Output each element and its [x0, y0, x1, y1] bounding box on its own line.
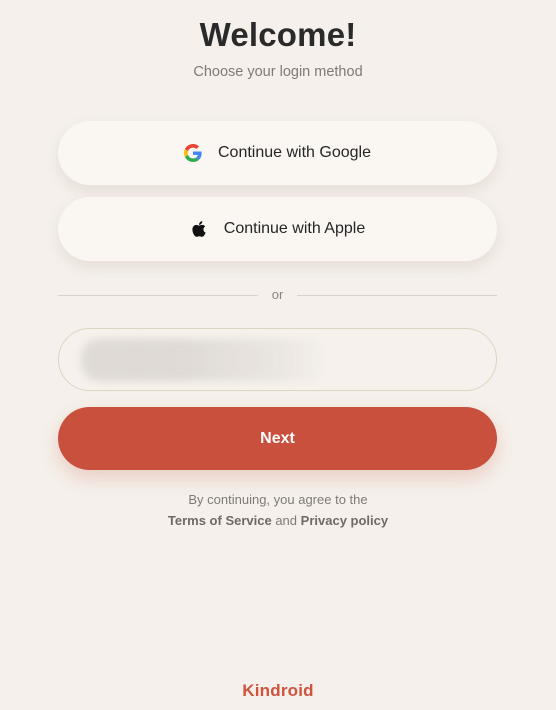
google-icon: [184, 144, 202, 162]
apple-icon: [190, 220, 208, 238]
privacy-policy-link[interactable]: Privacy policy: [301, 513, 388, 528]
divider-text: or: [271, 287, 284, 302]
page-title: Welcome!: [199, 16, 357, 53]
page-subtitle: Choose your login method: [193, 64, 363, 80]
legal-line-2: Terms of Service and Privacy policy: [0, 510, 556, 531]
email-field-container[interactable]: [58, 328, 497, 391]
login-page: Welcome! Choose your login method Contin…: [0, 0, 556, 710]
email-input[interactable]: [59, 329, 496, 390]
apple-button-label: Continue with Apple: [223, 220, 366, 237]
legal-notice: By continuing, you agree to the Terms of…: [0, 489, 556, 531]
brand-logo: Kindroid: [242, 681, 314, 700]
legal-and-text: and: [275, 513, 298, 528]
or-divider: or: [58, 286, 497, 304]
next-button[interactable]: Next: [58, 407, 497, 470]
continue-with-apple-button[interactable]: Continue with Apple: [58, 197, 497, 261]
continue-with-google-button[interactable]: Continue with Google: [58, 121, 497, 185]
terms-of-service-link[interactable]: Terms of Service: [168, 513, 272, 528]
google-button-label: Continue with Google: [218, 144, 371, 161]
divider-line-left: [58, 294, 258, 296]
legal-line-1: By continuing, you agree to the: [188, 492, 368, 507]
divider-line-right: [297, 294, 497, 296]
